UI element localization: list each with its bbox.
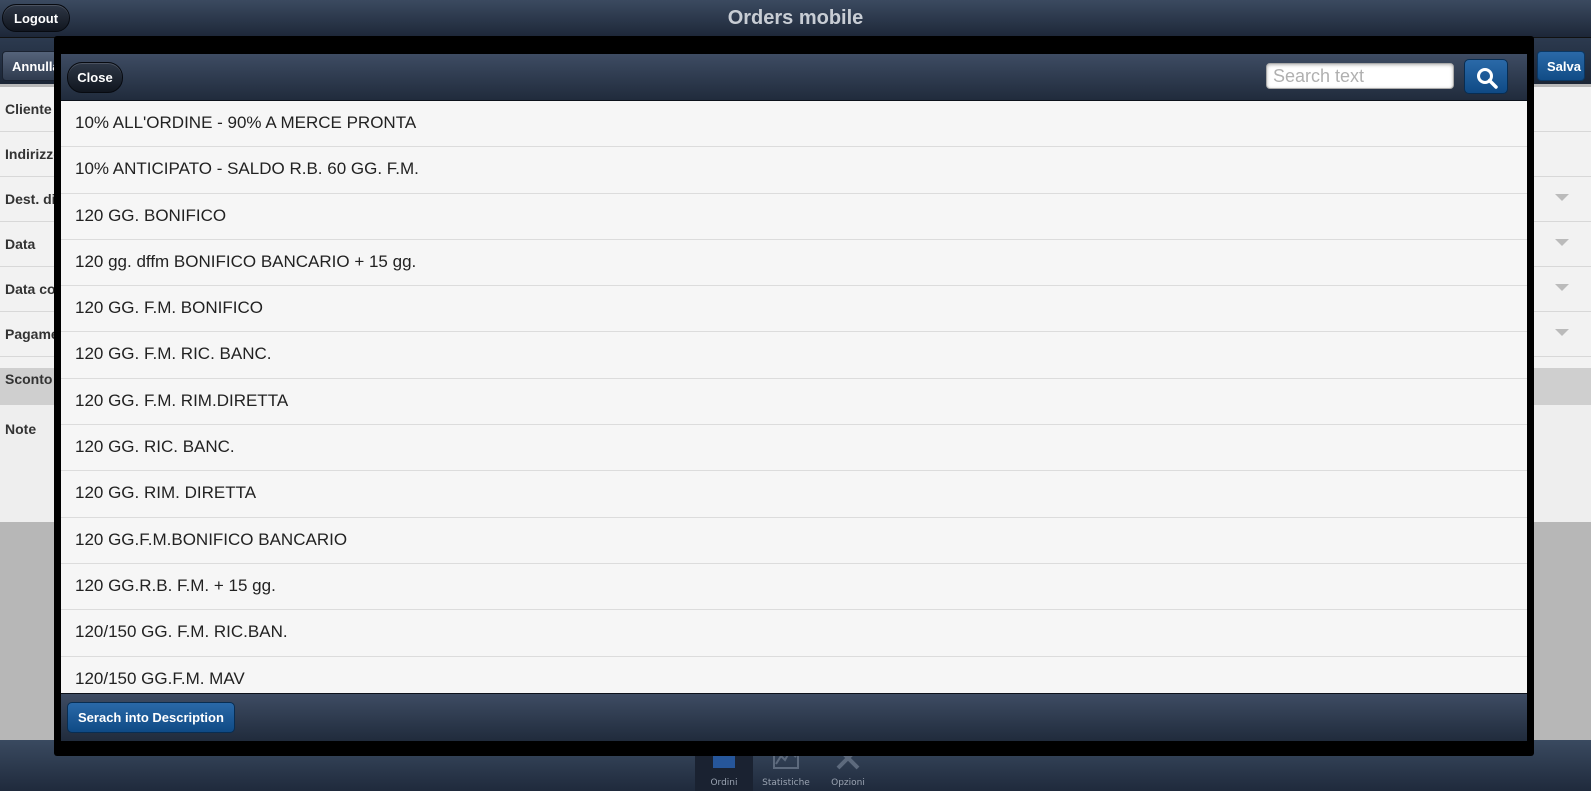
chevron-down-icon bbox=[1555, 329, 1569, 336]
nav-label: Opzioni bbox=[831, 778, 865, 788]
save-button[interactable]: Salva bbox=[1537, 51, 1585, 81]
nav-label: Statistiche bbox=[762, 778, 810, 788]
form-label: Sconto bbox=[5, 371, 53, 387]
payment-picker-dialog: Close 10% ALL'ORDINE - 90% A MERCE PRONT… bbox=[54, 36, 1534, 756]
form-label: Data bbox=[5, 236, 36, 252]
list-item[interactable]: 120 GG. F.M. RIC. BANC. bbox=[61, 332, 1527, 379]
list-item[interactable]: 120 GG. BONIFICO bbox=[61, 194, 1527, 240]
search-description-button[interactable]: Serach into Description bbox=[67, 702, 235, 733]
list-item[interactable]: 120 GG. F.M. BONIFICO bbox=[61, 286, 1527, 333]
list-item[interactable]: 10% ALL'ORDINE - 90% A MERCE PRONTA bbox=[61, 101, 1527, 148]
list-item[interactable]: 120 GG.F.M.BONIFICO BANCARIO bbox=[61, 518, 1527, 564]
list-item[interactable]: 10% ANTICIPATO - SALDO R.B. 60 GG. F.M. bbox=[61, 147, 1527, 194]
search-button[interactable] bbox=[1464, 59, 1508, 94]
search-icon bbox=[1477, 68, 1498, 89]
nav-label: Ordini bbox=[710, 778, 738, 788]
list-item[interactable]: 120 GG. RIM. DIRETTA bbox=[61, 471, 1527, 518]
close-button[interactable]: Close bbox=[67, 62, 123, 93]
list-item[interactable]: 120 GG. RIC. BANC. bbox=[61, 425, 1527, 472]
payment-terms-list: 10% ALL'ORDINE - 90% A MERCE PRONTA 10% … bbox=[61, 101, 1527, 694]
form-label: Note bbox=[5, 421, 37, 437]
search-input[interactable] bbox=[1266, 63, 1454, 89]
list-item[interactable]: 120 gg. dffm BONIFICO BANCARIO + 15 gg. bbox=[61, 240, 1527, 287]
chevron-down-icon bbox=[1555, 284, 1569, 291]
logout-button[interactable]: Logout bbox=[2, 4, 71, 32]
chevron-down-icon bbox=[1555, 239, 1569, 246]
chevron-down-icon bbox=[1555, 194, 1569, 201]
dialog-footer: Serach into Description bbox=[61, 693, 1527, 741]
list-item[interactable]: 120 GG. F.M. RIM.DIRETTA bbox=[61, 379, 1527, 426]
list-item[interactable]: 120 GG.R.B. F.M. + 15 gg. bbox=[61, 564, 1527, 611]
dialog-header: Close bbox=[61, 54, 1527, 101]
list-item[interactable]: 120/150 GG.F.M. MAV bbox=[61, 657, 1527, 694]
app-header: Orders mobile Logout bbox=[0, 0, 1591, 38]
form-label: Cliente bbox=[5, 101, 52, 117]
list-item[interactable]: 120/150 GG. F.M. RIC.BAN. bbox=[61, 610, 1527, 657]
app-title: Orders mobile bbox=[727, 7, 864, 29]
